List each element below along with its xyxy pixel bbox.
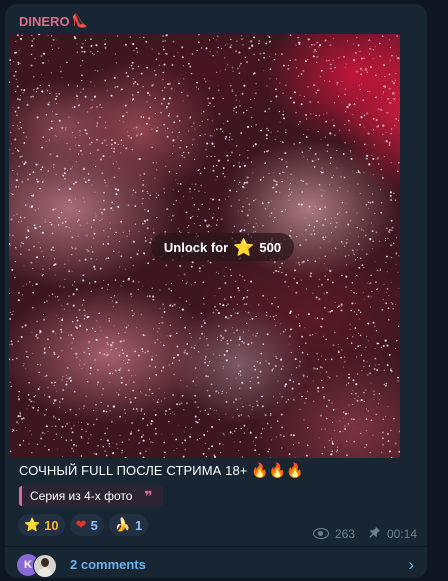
- quote-text: Серия из 4-х фото: [30, 489, 133, 503]
- comments-button[interactable]: K 2 comments ›: [5, 547, 427, 578]
- paid-media-preview[interactable]: Unlock for ⭐ 500: [9, 34, 400, 458]
- star-icon: ⭐: [24, 517, 41, 532]
- reaction-star[interactable]: ⭐ 10: [18, 514, 65, 536]
- fire-icon: 🔥🔥🔥: [251, 462, 304, 478]
- commenter-avatars: K: [17, 554, 61, 578]
- reaction-count: 10: [44, 517, 59, 533]
- chevron-right-icon: ›: [408, 555, 414, 574]
- reaction-count: 5: [90, 517, 98, 533]
- channel-post: DINERO 👠 Unlock for ⭐ 500 СОЧНЫЙ FULL ПО…: [5, 4, 427, 578]
- star-icon: ⭐: [233, 237, 255, 257]
- reactions-bar: ⭐ 10 ❤ 5 🍌 1: [18, 514, 149, 536]
- heart-icon: ❤: [75, 517, 87, 532]
- view-count: 263: [334, 526, 355, 541]
- post-caption: СОЧНЫЙ FULL ПОСЛЕ СТРИМА 18+ 🔥🔥🔥: [19, 462, 304, 479]
- reaction-heart[interactable]: ❤ 5: [69, 514, 104, 536]
- channel-name[interactable]: DINERO 👠: [19, 13, 88, 29]
- quote-icon: ❞: [144, 487, 153, 504]
- eye-icon: [312, 528, 329, 539]
- high-heel-icon: 👠: [71, 13, 88, 28]
- channel-name-text[interactable]: DINERO: [19, 14, 70, 29]
- comments-label[interactable]: 2 comments: [70, 557, 146, 572]
- unlock-button[interactable]: Unlock for ⭐ 500: [151, 233, 294, 261]
- reaction-count: 1: [134, 517, 143, 533]
- post-time: 00:14: [386, 526, 417, 541]
- post-meta: 263 00:14: [312, 526, 417, 541]
- avatar: [33, 554, 57, 578]
- caption-text: СОЧНЫЙ FULL ПОСЛЕ СТРИМА 18+: [19, 463, 248, 478]
- unlock-price: 500: [259, 239, 282, 255]
- pin-icon: [369, 526, 381, 541]
- banana-icon: 🍌: [114, 517, 131, 532]
- blockquote: Серия из 4-х фото ❞: [19, 486, 163, 506]
- unlock-label: Unlock for: [163, 239, 229, 255]
- reaction-banana[interactable]: 🍌 1: [108, 514, 149, 536]
